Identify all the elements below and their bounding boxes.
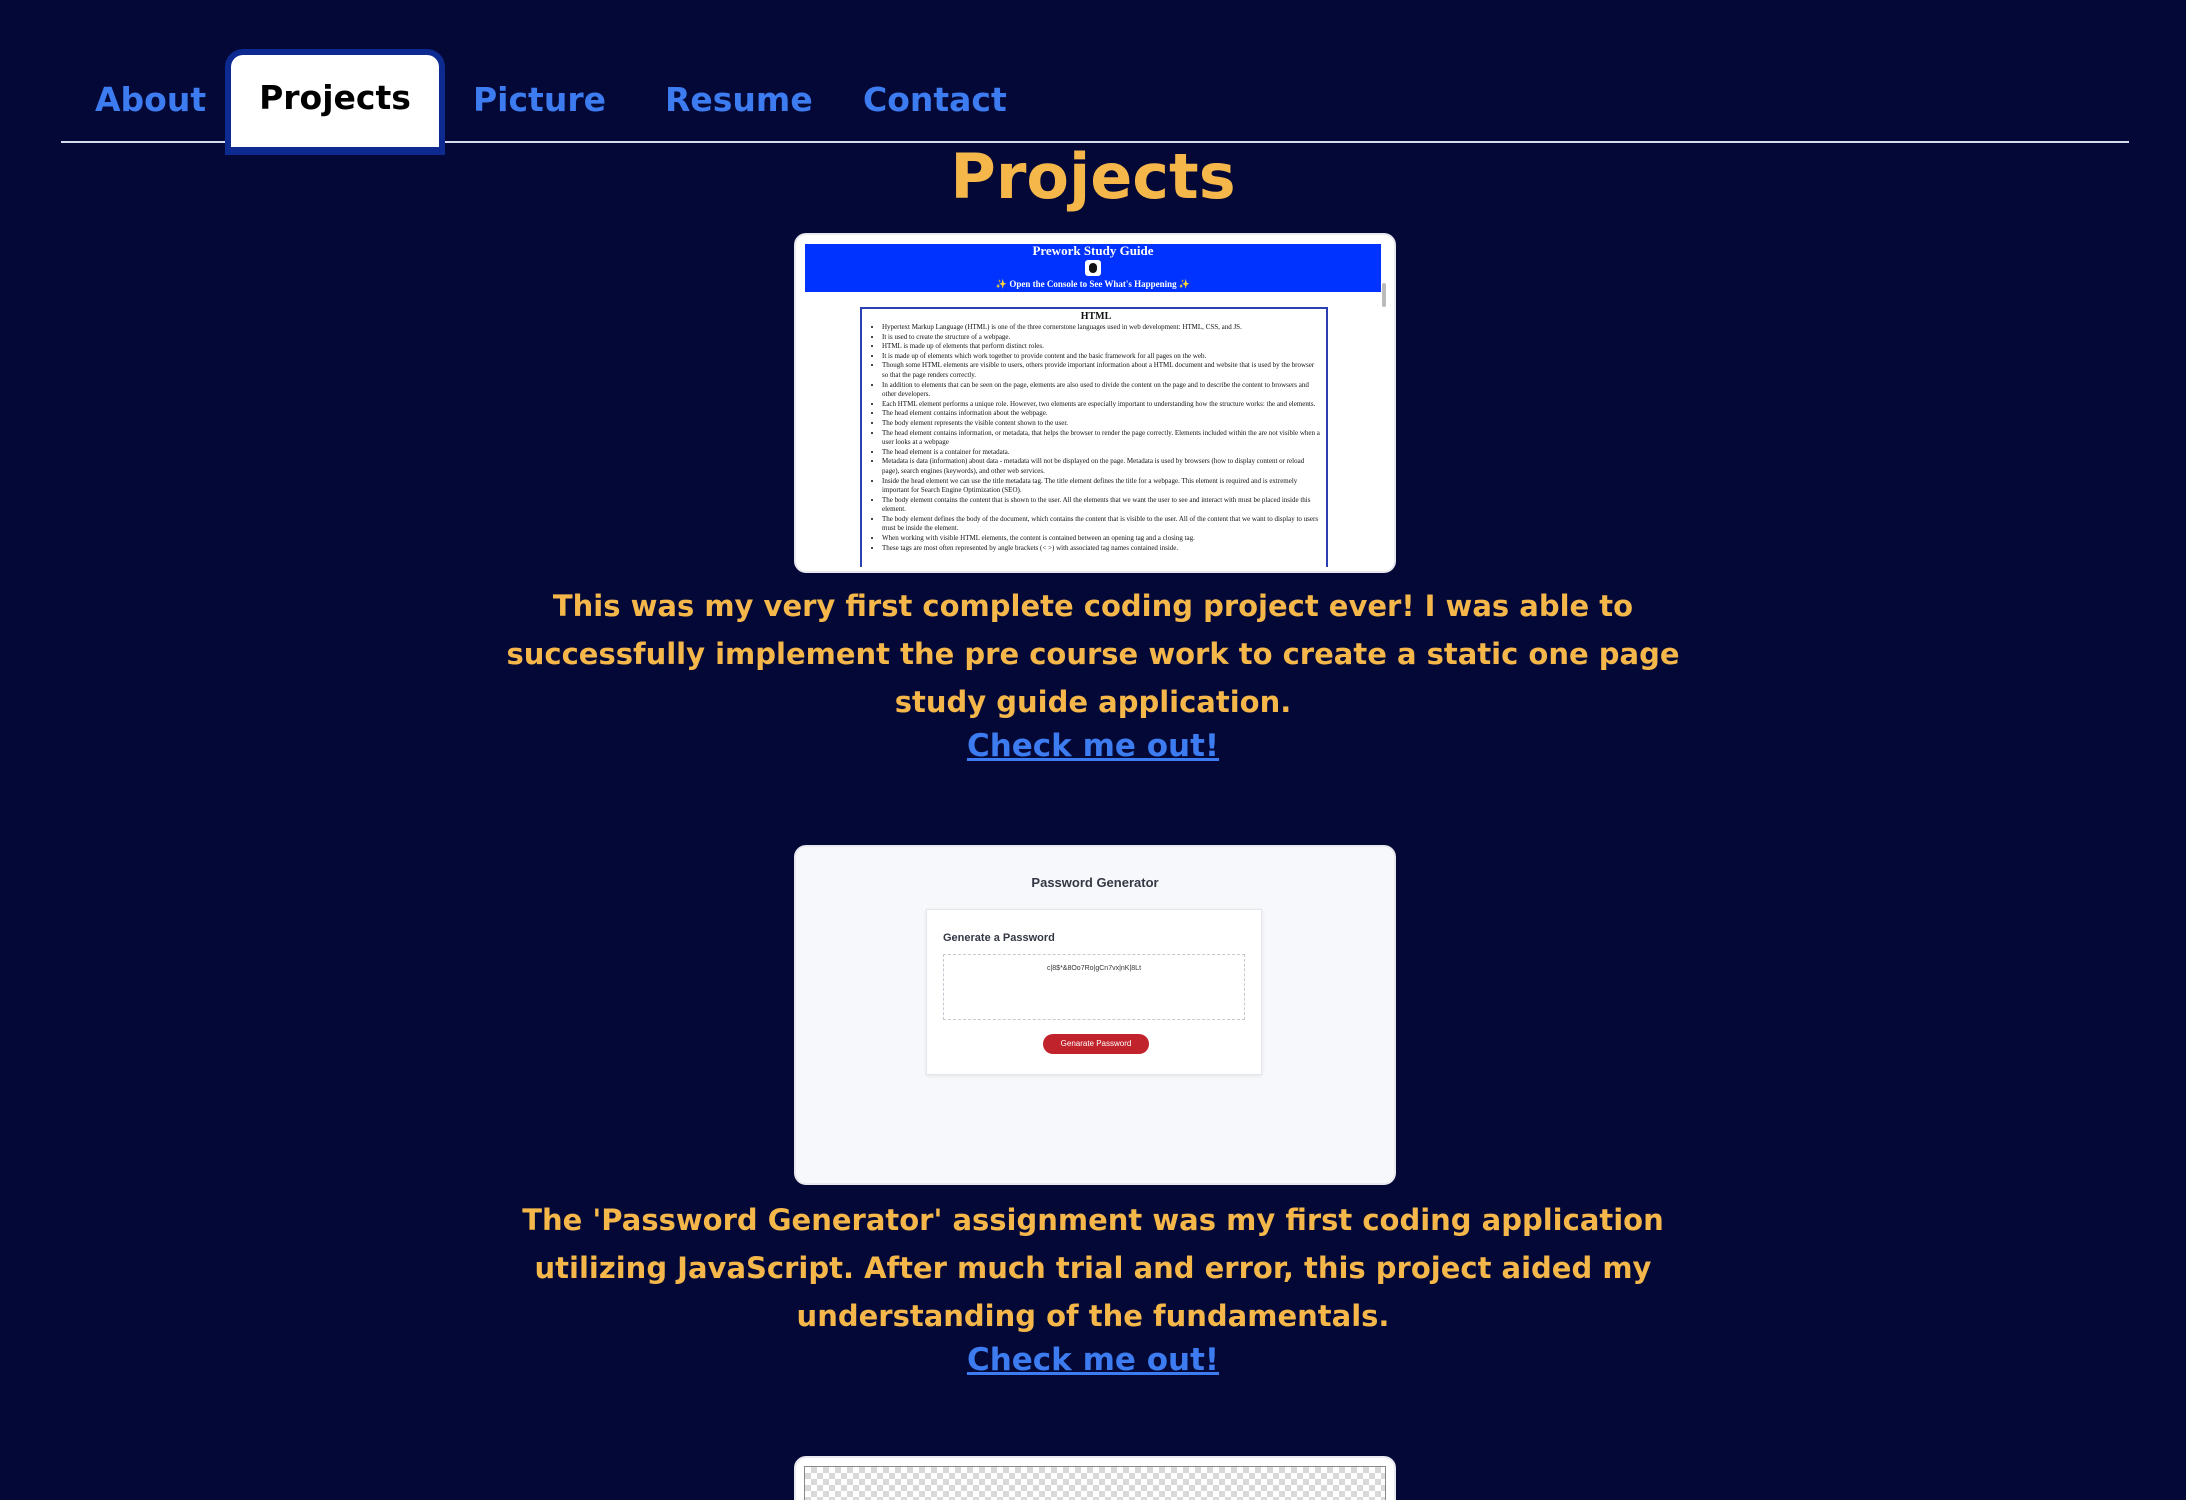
list-item: It is made up of elements which work tog… <box>882 352 1322 362</box>
generate-password-button: Genarate Password <box>1043 1034 1149 1054</box>
tab-contact[interactable]: Contact <box>863 51 1007 141</box>
list-item: In addition to elements that can be seen… <box>882 381 1322 400</box>
tab-resume[interactable]: Resume <box>665 51 813 141</box>
list-item: The head element contains information, o… <box>882 429 1322 448</box>
list-item: Though some HTML elements are visible to… <box>882 361 1322 380</box>
list-item: HTML is made up of elements that perform… <box>882 342 1322 352</box>
tab-bar: About Projects Picture Resume Contact <box>61 49 2129 155</box>
study-guide-banner-subtitle: ✨ Open the Console to See What's Happeni… <box>995 279 1191 289</box>
project-screenshot <box>794 1456 1396 1500</box>
list-item: Metadata is data (information) about dat… <box>882 457 1322 476</box>
list-item: It is used to create the structure of a … <box>882 333 1322 343</box>
study-guide-scrollbar <box>1382 283 1386 307</box>
password-generator-card: Generate a Password c|8$*&8Oo7Ro|gCn7vx|… <box>926 909 1262 1075</box>
project-description: The 'Password Generator' assignment was … <box>522 1203 1664 1333</box>
password-card-title: Generate a Password <box>943 932 1055 944</box>
project-link[interactable]: Check me out! <box>0 728 2186 764</box>
section-title: Projects <box>950 140 1236 213</box>
list-item: Inside the head element we can use the t… <box>882 477 1322 496</box>
portfolio-page: About Projects Picture Resume Contact Pr… <box>0 0 2186 1500</box>
password-generator-screenshot: Password Generator Generate a Password c… <box>794 845 1396 1185</box>
study-guide-banner-title: Prework Study Guide <box>1032 243 1154 258</box>
study-guide-banner: Prework Study Guide ✨ Open the Console t… <box>805 244 1381 292</box>
list-item: The body element defines the body of the… <box>882 515 1322 534</box>
study-guide-bullet-list: Hypertext Markup Language (HTML) is one … <box>870 323 1322 553</box>
list-item: Hypertext Markup Language (HTML) is one … <box>882 323 1322 333</box>
list-item: These tags are most often represented by… <box>882 544 1322 554</box>
study-guide-html-box: HTML Hypertext Markup Language (HTML) is… <box>860 307 1328 567</box>
tab-picture[interactable]: Picture <box>473 51 606 141</box>
github-logo-icon <box>1085 260 1101 276</box>
password-output: c|8$*&8Oo7Ro|gCn7vx|nK|8Lt <box>943 954 1245 1020</box>
list-item: The head element is a container for meta… <box>882 448 1322 458</box>
transparent-image-placeholder <box>804 1466 1386 1500</box>
project-description: This was my very first complete coding p… <box>506 589 1680 719</box>
list-item: The head element contains information ab… <box>882 409 1322 419</box>
list-item: Each HTML element performs a unique role… <box>882 400 1322 410</box>
list-item: The body element contains the content th… <box>882 496 1322 515</box>
tab-projects[interactable]: Projects <box>225 49 445 155</box>
tab-about[interactable]: About <box>95 51 206 141</box>
list-item: When working with visible HTML elements,… <box>882 534 1322 544</box>
project-link[interactable]: Check me out! <box>0 1342 2186 1378</box>
study-guide-screenshot: Prework Study Guide ✨ Open the Console t… <box>794 233 1396 573</box>
study-guide-box-title: HTML <box>1080 311 1112 322</box>
list-item: The body element represents the visible … <box>882 419 1322 429</box>
password-generator-title: Password Generator <box>1031 875 1159 890</box>
